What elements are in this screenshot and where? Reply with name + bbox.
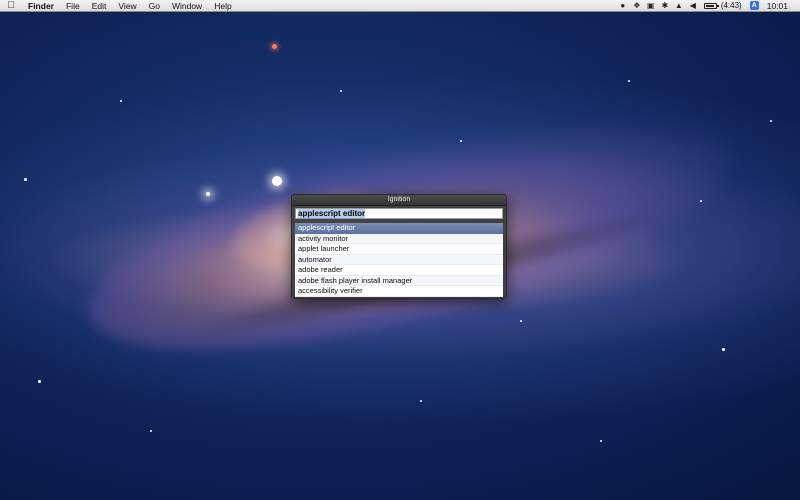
battery-icon[interactable] (703, 2, 719, 9)
star (722, 348, 725, 351)
star (420, 400, 422, 402)
star (460, 140, 462, 142)
volume-icon[interactable]: ◀ (686, 0, 700, 12)
wifi-icon[interactable]: ▲ (672, 0, 686, 12)
star (272, 44, 277, 49)
menu-edit[interactable]: Edit (86, 0, 113, 12)
star (520, 320, 522, 322)
ignition-window: Ignition applescript editor applescript … (291, 194, 507, 299)
camera-icon[interactable]: ● (616, 0, 630, 12)
menu-bar:  Finder File Edit View Go Window Help ●… (0, 0, 800, 12)
apple-logo-icon[interactable]:  (0, 0, 22, 12)
menu-finder[interactable]: Finder (22, 0, 60, 12)
star (38, 380, 41, 383)
result-item[interactable]: adobe reader (295, 265, 503, 276)
results-list: applescript editor activity monitor appl… (295, 223, 503, 297)
battery-time[interactable]: (4:43) (719, 0, 746, 12)
search-query: applescript editor (298, 209, 366, 218)
input-source-badge[interactable]: A (749, 1, 759, 10)
star (700, 200, 702, 202)
result-item[interactable]: applet launcher (295, 244, 503, 255)
menu-help[interactable]: Help (208, 0, 237, 12)
result-item[interactable]: applescript editor (295, 223, 503, 234)
dropbox-icon[interactable]: ❖ (630, 0, 644, 12)
search-input[interactable]: applescript editor (295, 208, 503, 219)
menu-window[interactable]: Window (166, 0, 208, 12)
ignition-title: Ignition (292, 195, 506, 206)
menu-go[interactable]: Go (143, 0, 166, 12)
menu-bar-status-area: ● ❖ ▣ ✱ ▲ ◀ (4:43) A 10:01 (616, 0, 800, 12)
star (340, 90, 342, 92)
star (770, 120, 772, 122)
star (272, 176, 282, 186)
lock-icon[interactable]: ▣ (644, 0, 658, 12)
desktop-background:  Finder File Edit View Go Window Help ●… (0, 0, 800, 500)
star (150, 430, 152, 432)
result-item[interactable]: accessibility verifier (295, 286, 503, 297)
bluetooth-icon[interactable]: ✱ (658, 0, 672, 12)
star (628, 80, 630, 82)
star (600, 440, 602, 442)
result-item[interactable]: adobe flash player install manager (295, 275, 503, 286)
menu-file[interactable]: File (60, 0, 86, 12)
menu-view[interactable]: View (112, 0, 142, 12)
result-item[interactable]: automator (295, 254, 503, 265)
star (24, 178, 27, 181)
star (120, 100, 122, 102)
star (206, 192, 210, 196)
result-item[interactable]: activity monitor (295, 233, 503, 244)
menu-clock[interactable]: 10:01 (763, 0, 794, 12)
